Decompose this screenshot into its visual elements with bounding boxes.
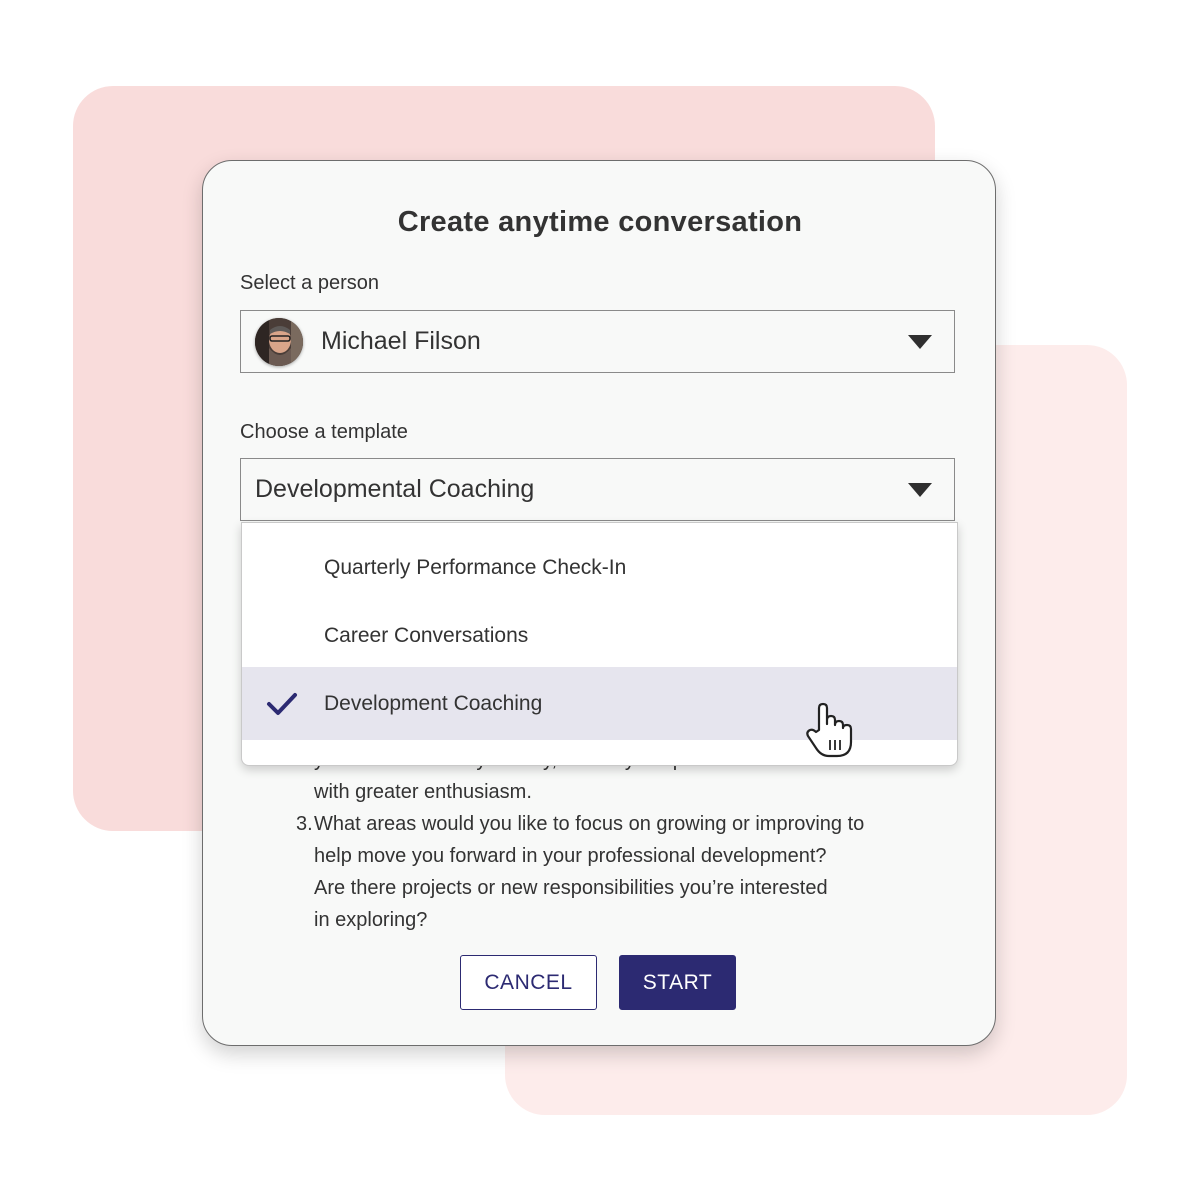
checkmark-icon: [267, 692, 297, 715]
start-button[interactable]: START: [619, 955, 736, 1010]
avatar: [255, 317, 303, 366]
person-select-value: Michael Filson: [321, 327, 481, 355]
question-line: help move you forward in your profession…: [314, 845, 827, 867]
cancel-button[interactable]: CANCEL: [460, 955, 597, 1010]
question-line: in exploring?: [314, 909, 428, 931]
caret-down-icon[interactable]: [908, 334, 932, 349]
choose-template-label: Choose a template: [240, 421, 408, 443]
person-select[interactable]: Michael Filson: [240, 310, 955, 373]
dialog-title: Create anytime conversation: [397, 206, 803, 238]
menu-item-quarterly-performance[interactable]: Quarterly Performance Check-In: [242, 534, 957, 602]
template-select[interactable]: Developmental Coaching: [240, 458, 955, 521]
question-line: Are there projects or new responsibiliti…: [314, 877, 828, 899]
template-preview-text: you excited about your day, or that you …: [296, 744, 936, 936]
menu-item-label: Development Coaching: [324, 691, 543, 715]
template-select-value: Developmental Coaching: [255, 475, 535, 503]
stage: Create anytime conversation Select a per…: [0, 0, 1200, 1200]
menu-item-label: Career Conversations: [324, 624, 529, 647]
menu-item-label: Quarterly Performance Check-In: [324, 556, 627, 579]
menu-item-career-conversations[interactable]: Career Conversations: [242, 602, 957, 670]
select-person-label: Select a person: [240, 272, 379, 294]
question-3: 3.What areas would you like to focus on …: [296, 808, 936, 840]
question-number: 3.: [296, 813, 313, 835]
preview-line: with greater enthusiasm.: [314, 781, 532, 803]
caret-down-icon[interactable]: [908, 482, 932, 497]
hand-pointer-icon: [806, 702, 853, 758]
question-line: What areas would you like to focus on gr…: [314, 813, 865, 835]
